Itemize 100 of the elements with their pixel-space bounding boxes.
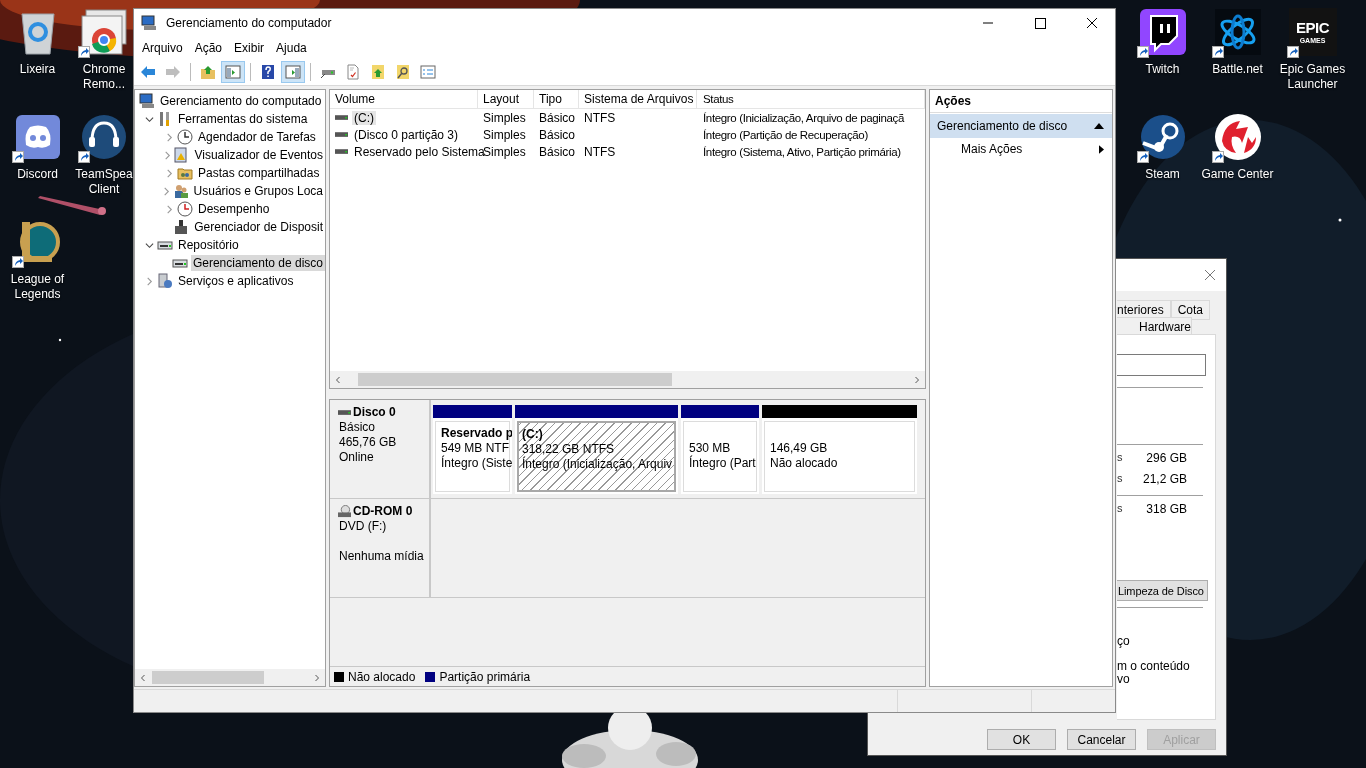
column-header[interactable]: Tipo [534, 90, 579, 108]
horizontal-scrollbar[interactable] [330, 371, 925, 388]
size-label: s [1117, 451, 1121, 465]
arrow-emblem-icon[interactable] [1213, 113, 1262, 161]
table-cell: NTFS [584, 110, 616, 125]
tree-item[interactable]: Gerenciador de Disposit [192, 219, 325, 235]
partition-detail: Íntegro (Part [689, 456, 756, 471]
action-item[interactable]: Mais Ações [930, 138, 1112, 160]
table-cell[interactable]: (Disco 0 partição 3) [352, 127, 461, 142]
tree-item[interactable]: Usuários e Grupos Loca [191, 183, 325, 199]
chevron-right-icon[interactable] [164, 168, 174, 178]
tree-item[interactable]: Pastas compartilhadas [196, 165, 322, 181]
menu-item[interactable]: Exibir [228, 41, 271, 55]
partition-block[interactable]: Reservado p 549 MB NTF Íntegro (Siste [435, 421, 510, 492]
icon-label[interactable]: Discord [17, 167, 58, 182]
tab[interactable]: nteriores [1117, 300, 1171, 320]
speech-bubble-icon[interactable] [1138, 8, 1187, 56]
chat-app-icon[interactable] [13, 113, 62, 161]
disk-detail: Nenhuma mídia [339, 549, 425, 564]
chevron-right-icon[interactable] [164, 204, 174, 214]
legend-label: Partição primária [439, 669, 531, 684]
dialog-button[interactable]: OK [987, 729, 1056, 750]
clock-icon [177, 129, 193, 145]
partition-block[interactable]: 530 MB Íntegro (Part [683, 421, 757, 492]
up-folder-icon [200, 64, 216, 80]
tab[interactable]: Hardware [1117, 317, 1193, 337]
tree-toggle-button[interactable] [221, 61, 245, 83]
window-title: Gerenciamento do computador [166, 16, 332, 30]
scroll-thumb[interactable] [358, 373, 673, 386]
collapse-triangle-icon[interactable] [1094, 123, 1104, 129]
chevron-down-icon[interactable] [144, 240, 154, 250]
menu-item[interactable]: Ajuda [270, 41, 313, 55]
pane-toggle-icon [285, 64, 301, 80]
icon-label[interactable]: Twitch [1145, 62, 1180, 77]
chevron-right-icon[interactable] [164, 132, 174, 142]
menu-item[interactable]: Ação [188, 41, 229, 55]
table-cell: Íntegro (Partição de Recuperação) [703, 128, 868, 141]
tree-item[interactable]: Desempenho [196, 201, 272, 217]
chevron-right-icon[interactable] [162, 150, 172, 160]
partition-detail: 549 MB NTF [441, 441, 509, 455]
circle-logo-icon[interactable] [1138, 113, 1187, 161]
size-value: 21,2 GB [1141, 472, 1187, 487]
disk-info[interactable]: CD-ROM 0 DVD (F:) Nenhuma mídia [330, 499, 431, 597]
option-text: m o conteúdo [1117, 660, 1191, 673]
scroll-thumb[interactable] [152, 671, 265, 684]
icon-label[interactable]: League of Legends [10, 272, 65, 302]
chevron-right-icon[interactable] [144, 276, 154, 286]
partition-block[interactable]: (C:) 318,22 GB NTFS Íntegro (Inicialização, Arquiv [517, 421, 676, 492]
partition-detail: Íntegro (Inicialização, Arquiv [522, 457, 674, 472]
icon-label[interactable]: Epic Games Launcher [1279, 62, 1346, 92]
tree-item[interactable]: Agendador de Tarefas [196, 129, 318, 145]
size-value: 296 GB [1145, 451, 1187, 466]
partition-name: (C:) [522, 427, 544, 442]
column-header[interactable]: Layout [478, 90, 534, 108]
tab[interactable]: Cota [1170, 300, 1211, 320]
swirl-icon[interactable] [1213, 8, 1262, 56]
icon-label[interactable]: TeamSpea Client [75, 167, 133, 197]
tree-item[interactable]: Gerenciamento de disco [190, 255, 325, 271]
chevron-down-icon[interactable] [144, 114, 154, 124]
tree-item[interactable]: Visualizador de Eventos [192, 147, 325, 163]
horizontal-scrollbar[interactable] [135, 669, 325, 686]
icon-label[interactable]: Battle.net [1212, 62, 1263, 77]
menu-item[interactable]: Arquivo [136, 41, 189, 55]
disk-detail: DVD (F:) [339, 519, 388, 534]
drive-icon [335, 130, 348, 139]
shared-folder-icon [177, 165, 193, 181]
column-header[interactable]: Status [697, 90, 925, 108]
disk-info[interactable]: Disco 0 Básico 465,76 GB Online [330, 400, 431, 498]
tree-item[interactable]: Gerenciamento do computado [158, 93, 324, 109]
name-field[interactable] [1117, 354, 1206, 376]
device-icon [173, 219, 190, 235]
legend-label: Não alocado [348, 669, 416, 684]
icon-label[interactable]: Lixeira [19, 62, 56, 77]
headset-icon[interactable] [80, 113, 128, 161]
cd-drive-icon [338, 505, 351, 518]
properties-icon [420, 64, 436, 80]
icon-label[interactable]: Chrome Remo... [82, 62, 126, 92]
close-icon[interactable] [1204, 269, 1216, 281]
pane-toggle-button[interactable] [281, 61, 305, 83]
action-section[interactable]: Gerenciamento de disco [930, 114, 1112, 138]
column-header[interactable]: Sistema de Arquivos [579, 90, 697, 108]
disk-cleanup-button[interactable]: Limpeza de Disco [1117, 580, 1208, 601]
tree-item[interactable]: Ferramentas do sistema [176, 111, 310, 127]
dialog-button[interactable]: Cancelar [1067, 729, 1136, 750]
partition-block[interactable]: 146,49 GB Não alocado [764, 421, 915, 492]
size-value: 318 GB [1145, 502, 1187, 517]
tree-item[interactable]: Serviços e aplicativos [176, 273, 296, 289]
pane-header: Ações [930, 90, 1112, 113]
folder-search-icon [395, 64, 411, 80]
column-header[interactable]: Volume [330, 90, 478, 108]
back-icon [140, 64, 156, 80]
table-cell[interactable]: (C:) [352, 110, 376, 125]
chevron-right-icon[interactable] [162, 186, 172, 196]
tree-toggle-icon [225, 64, 241, 80]
icon-label[interactable]: Steam [1145, 167, 1180, 182]
section-title: Gerenciamento de disco [937, 119, 1068, 133]
icon-label[interactable]: Game Center [1201, 167, 1274, 182]
table-cell: Simples [483, 144, 526, 159]
tree-item[interactable]: Repositório [176, 237, 241, 253]
browser-window-icon[interactable] [80, 8, 128, 56]
